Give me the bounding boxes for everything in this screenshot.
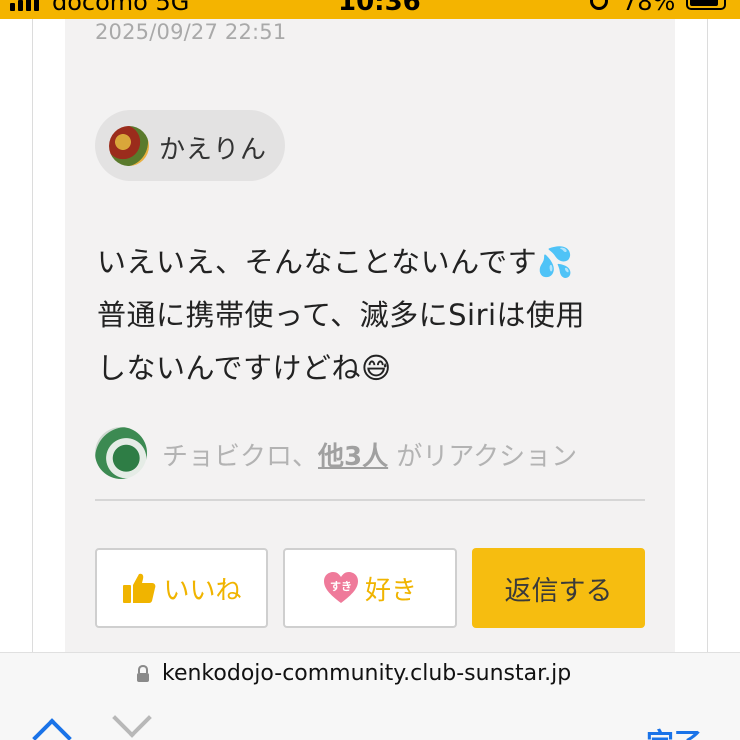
clock: 10:36	[338, 0, 421, 17]
like-label: いいね	[163, 575, 242, 606]
reply-label: 返信する	[504, 575, 613, 607]
other-reactors-link[interactable]: 他3人	[318, 442, 388, 472]
lock-icon	[137, 665, 149, 682]
signal-icon	[10, 0, 39, 11]
orientation-lock-icon	[590, 0, 608, 10]
status-bar: docomo 5G 10:36 78%	[0, 0, 740, 19]
comment-body: いえいえ、そんなことないんです💦 普通に携帯使って、滅多にSiriは使用 しない…	[97, 236, 627, 395]
reaction-summary: チョビクロ、他3人 がリアクション	[162, 436, 577, 473]
divider	[95, 499, 645, 501]
comment-line: 普通に携帯使って、滅多にSiriは使用	[97, 298, 586, 332]
heart-icon: すき	[323, 571, 359, 605]
reaction-separator: 、	[292, 442, 319, 472]
comment-line: いえいえ、そんなことないんです💦	[97, 245, 574, 279]
author-name[interactable]: かえりん	[159, 129, 267, 166]
reactor-avatar[interactable]	[95, 427, 147, 479]
reaction-suffix: がリアクション	[388, 442, 578, 472]
chevron-down-icon[interactable]	[112, 698, 152, 738]
thumbs-up-icon	[123, 573, 156, 603]
battery-percent: 78%	[622, 0, 676, 16]
url-text[interactable]: kenkodojo-community.club-sunstar.jp	[162, 661, 571, 686]
suki-label: 好き	[364, 575, 417, 606]
suki-badge: すき	[329, 580, 352, 593]
done-button[interactable]: 完了	[646, 722, 702, 740]
avatar[interactable]	[109, 126, 149, 166]
reactor-name: チョビクロ	[162, 442, 293, 472]
address-bar[interactable]: kenkodojo-community.club-sunstar.jp	[0, 652, 740, 698]
suki-button[interactable]: すき 好き	[283, 548, 457, 628]
reply-button[interactable]: 返信する	[472, 548, 645, 628]
comment-line: しないんですけどね😅	[97, 351, 392, 385]
battery-icon	[686, 0, 726, 10]
author-chip[interactable]: かえりん	[95, 110, 285, 181]
like-button[interactable]: いいね	[95, 548, 268, 628]
keyboard-toolbar: 完了	[0, 698, 740, 740]
chevron-up-icon[interactable]	[32, 718, 72, 740]
carrier-label: docomo 5G	[52, 0, 190, 16]
post-date: 2025/09/27 22:51	[95, 20, 287, 44]
page: docomo 5G 10:36 78% 2025/09/27 22:51 かえり…	[0, 0, 740, 740]
